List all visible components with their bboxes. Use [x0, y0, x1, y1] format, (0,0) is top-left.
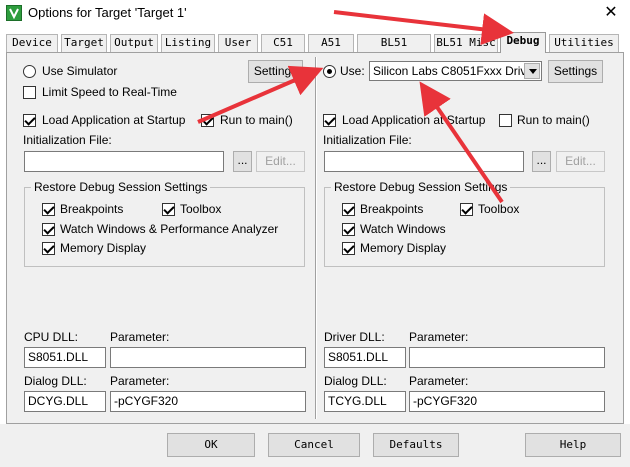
- tab-target[interactable]: Target: [61, 34, 107, 52]
- right-memory-checkbox[interactable]: [342, 242, 355, 255]
- left-watch-checkbox[interactable]: [42, 223, 55, 236]
- left-browse-button[interactable]: ...: [233, 151, 252, 172]
- right-watch-label: Watch Windows: [360, 222, 446, 236]
- right-toolbox-label: Toolbox: [478, 202, 520, 216]
- right-dialog-param-input[interactable]: -pCYGF320: [409, 391, 605, 412]
- cpu-dll-label: CPU DLL:: [24, 330, 79, 344]
- cancel-button[interactable]: Cancel: [268, 433, 360, 457]
- simulator-settings-button[interactable]: Settings: [248, 60, 303, 83]
- right-run-to-main-label: Run to main(): [517, 113, 590, 127]
- tab-output[interactable]: Output: [110, 34, 158, 52]
- tab-debug[interactable]: Debug: [500, 32, 546, 53]
- app-icon: [6, 5, 22, 21]
- tab-user[interactable]: User: [218, 34, 258, 52]
- right-memory-label: Memory Display: [360, 241, 447, 255]
- right-breakpoints-label: Breakpoints: [360, 202, 424, 216]
- left-edit-button[interactable]: Edit...: [256, 151, 305, 172]
- right-run-to-main-checkbox[interactable]: [499, 114, 512, 127]
- right-dialog-param-label: Parameter:: [409, 374, 469, 388]
- right-load-app-checkbox[interactable]: [323, 114, 336, 127]
- left-init-file-input[interactable]: [24, 151, 224, 172]
- use-simulator-radio[interactable]: [23, 65, 36, 78]
- use-driver-label: Use:: [340, 64, 365, 78]
- use-driver-radio[interactable]: [323, 65, 336, 78]
- left-memory-label: Memory Display: [60, 241, 147, 255]
- driver-param-label: Parameter:: [409, 330, 469, 344]
- driver-dll-label: Driver DLL:: [324, 330, 385, 344]
- tab-a51[interactable]: A51: [308, 34, 354, 52]
- driver-select[interactable]: Silicon Labs C8051Fxxx Driver: [369, 61, 542, 81]
- dialog-footer: OK Cancel Defaults Help: [0, 424, 630, 467]
- right-load-app-label: Load Application at Startup: [342, 113, 486, 127]
- cpu-param-input[interactable]: [110, 347, 306, 368]
- window-title: Options for Target 'Target 1': [28, 5, 187, 20]
- right-dialog-dll-label: Dialog DLL:: [324, 374, 387, 388]
- cpu-param-label: Parameter:: [110, 330, 170, 344]
- right-dialog-dll-input[interactable]: TCYG.DLL: [324, 391, 406, 412]
- use-simulator-label: Use Simulator: [42, 64, 118, 78]
- close-icon[interactable]: ✕: [600, 3, 622, 23]
- limit-speed-checkbox[interactable]: [23, 86, 36, 99]
- ok-button[interactable]: OK: [167, 433, 255, 457]
- right-restore-title: Restore Debug Session Settings: [331, 180, 511, 194]
- left-init-file-label: Initialization File:: [23, 133, 112, 147]
- right-browse-button[interactable]: ...: [532, 151, 551, 172]
- driver-param-input[interactable]: [409, 347, 605, 368]
- tab-strip: Device Target Output Listing User C51 A5…: [6, 32, 624, 65]
- left-dialog-param-input[interactable]: -pCYGF320: [110, 391, 306, 412]
- title-bar: Options for Target 'Target 1' ✕: [0, 0, 630, 28]
- left-restore-title: Restore Debug Session Settings: [31, 180, 211, 194]
- left-breakpoints-label: Breakpoints: [60, 202, 124, 216]
- right-toolbox-checkbox[interactable]: [460, 203, 473, 216]
- tab-bl51-misc[interactable]: BL51 Misc: [434, 34, 498, 52]
- options-dialog: Options for Target 'Target 1' ✕ Device T…: [0, 0, 630, 467]
- tab-listing[interactable]: Listing: [161, 34, 215, 52]
- left-load-app-checkbox[interactable]: [23, 114, 36, 127]
- right-restore-group: Restore Debug Session Settings Breakpoin…: [324, 180, 605, 267]
- column-divider: [315, 57, 317, 419]
- tab-c51[interactable]: C51: [261, 34, 305, 52]
- defaults-button[interactable]: Defaults: [373, 433, 459, 457]
- tab-utilities[interactable]: Utilities: [549, 34, 619, 52]
- left-toolbox-label: Toolbox: [180, 202, 222, 216]
- right-breakpoints-checkbox[interactable]: [342, 203, 355, 216]
- left-dialog-dll-label: Dialog DLL:: [24, 374, 87, 388]
- left-toolbox-checkbox[interactable]: [162, 203, 175, 216]
- left-watch-label: Watch Windows & Performance Analyzer: [60, 222, 279, 236]
- right-edit-button[interactable]: Edit...: [556, 151, 605, 172]
- help-button[interactable]: Help: [525, 433, 621, 457]
- cpu-dll-input[interactable]: S8051.DLL: [24, 347, 106, 368]
- tab-bl51-locate[interactable]: BL51 Locate: [357, 34, 431, 65]
- left-restore-group: Restore Debug Session Settings Breakpoin…: [24, 180, 305, 267]
- debug-panel: Use Simulator Settings Limit Speed to Re…: [6, 52, 624, 424]
- left-memory-checkbox[interactable]: [42, 242, 55, 255]
- left-dialog-dll-input[interactable]: DCYG.DLL: [24, 391, 106, 412]
- left-load-app-label: Load Application at Startup: [42, 113, 186, 127]
- driver-settings-button[interactable]: Settings: [548, 60, 603, 83]
- right-init-file-label: Initialization File:: [323, 133, 412, 147]
- right-watch-checkbox[interactable]: [342, 223, 355, 236]
- chevron-down-icon[interactable]: [524, 63, 540, 79]
- left-breakpoints-checkbox[interactable]: [42, 203, 55, 216]
- driver-select-value: Silicon Labs C8051Fxxx Driver: [373, 64, 538, 78]
- left-dialog-param-label: Parameter:: [110, 374, 170, 388]
- right-init-file-input[interactable]: [324, 151, 524, 172]
- driver-dll-input[interactable]: S8051.DLL: [324, 347, 406, 368]
- tab-device[interactable]: Device: [6, 34, 58, 52]
- left-run-to-main-checkbox[interactable]: [201, 114, 214, 127]
- limit-speed-label: Limit Speed to Real-Time: [42, 85, 177, 99]
- left-run-to-main-label: Run to main(): [220, 113, 293, 127]
